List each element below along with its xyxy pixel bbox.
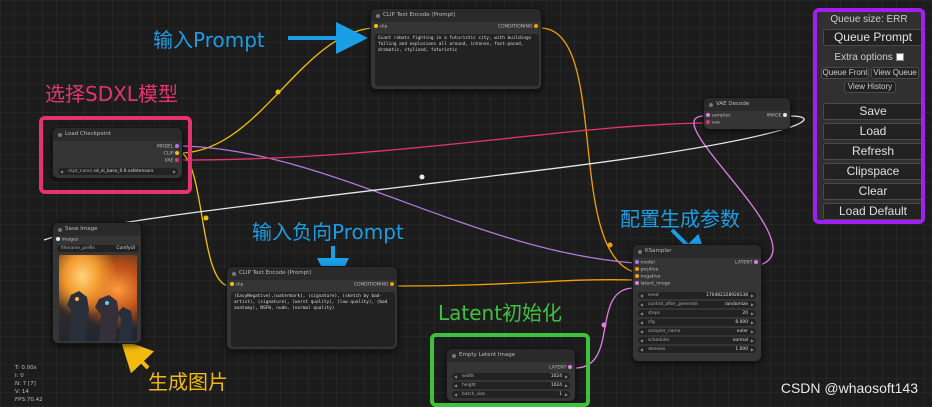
node-clip-text-encode-positive[interactable]: CLIP Text Encode (Prompt) clip CONDITION… [370, 8, 542, 90]
queue-size-label: Queue size: ERR [830, 14, 908, 25]
side-menu-panel: Queue size: ERR Queue Prompt Extra optio… [813, 8, 925, 224]
stat-fps: FPS:70.42 [15, 397, 43, 403]
prompt-textarea[interactable]: Giant robots fighting in a futuristic ci… [375, 34, 539, 86]
node-vae-decode[interactable]: VAE Decode samples vae IMAGE [703, 97, 791, 130]
view-history-button[interactable]: View History [844, 81, 896, 93]
collapse-dot-icon[interactable] [709, 103, 713, 107]
collapse-dot-icon[interactable] [232, 272, 236, 276]
annotation-gen-image: 生成图片 [148, 370, 228, 394]
node-title: Save Image [65, 226, 98, 232]
node-title: CLIP Text Encode (Prompt) [383, 12, 456, 18]
extra-options-row: Extra options [817, 52, 921, 63]
steps-widget[interactable]: ◀ steps 20 ▶ [638, 310, 756, 317]
annotation-latent-init: Latent初始化 [438, 301, 563, 325]
node-title: KSampler [645, 248, 672, 254]
wire-conditioning-negative [397, 279, 635, 287]
output-slot-conditioning[interactable]: CONDITIONING [354, 282, 394, 288]
generated-image-preview[interactable] [59, 255, 137, 341]
annotation-negative-prompt: 输入负向Prompt [252, 220, 404, 244]
filename-prefix-field[interactable]: filename_prefix ComfyUI [57, 245, 139, 252]
input-slot-clip[interactable]: clip [230, 282, 243, 288]
input-slot-clip[interactable]: clip [374, 24, 387, 30]
annotation-select-model: 选择SDXL模型 [45, 82, 178, 106]
denoise-widget[interactable]: ◀ denoise 1.000 ▶ [638, 346, 756, 353]
wire-latent-decode [693, 115, 774, 266]
sampler-name-widget[interactable]: ◀ sampler_name euler ▶ [638, 328, 756, 335]
cfg-widget[interactable]: ◀ cfg 8.000 ▶ [638, 319, 756, 326]
extra-options-checkbox[interactable] [895, 53, 904, 62]
wire-conditioning-positive [539, 27, 635, 273]
input-slot-images[interactable]: images [56, 237, 78, 243]
extra-options-label: Extra options [834, 52, 893, 63]
stat-nodes: N: 7 [7] [15, 381, 36, 387]
robot-silhouettes [67, 291, 133, 341]
input-slot-vae[interactable]: vae [706, 120, 720, 126]
node-title: CLIP Text Encode (Prompt) [239, 270, 312, 276]
annotation-config-params: 配置生成参数 [620, 207, 740, 231]
load-button[interactable]: Load [823, 123, 921, 140]
negative-prompt-textarea[interactable]: (EasyNegative),(watermark), (signature),… [231, 292, 395, 347]
stat-v: V: 14 [15, 389, 29, 395]
scheduler-widget[interactable]: ◀ scheduler normal ▶ [638, 337, 756, 344]
control-after-generate-widget[interactable]: ◀ control_after_generate randomize ▶ [638, 301, 756, 308]
load-default-button[interactable]: Load Default [823, 203, 921, 220]
output-slot-conditioning[interactable]: CONDITIONING [498, 24, 538, 30]
stat-i: I: 0 [15, 373, 24, 379]
arrow-gen-image [120, 339, 155, 374]
collapse-dot-icon[interactable] [376, 14, 380, 18]
watermark: CSDN @whaosoft143 [780, 380, 918, 396]
annotation-input-prompt: 输入Prompt [153, 28, 265, 52]
seed-widget[interactable]: ◀ seed 170482328928138 ▶ [638, 292, 756, 299]
node-ksampler[interactable]: KSampler model positive negative latent_… [632, 244, 762, 362]
collapse-dot-icon[interactable] [638, 250, 642, 254]
input-slot-latent-image[interactable]: latent_image [635, 281, 671, 287]
wire-vae [181, 122, 706, 161]
queue-prompt-button[interactable]: Queue Prompt [823, 29, 921, 46]
output-slot-latent[interactable]: LATENT [735, 260, 758, 266]
save-button[interactable]: Save [823, 103, 921, 120]
collapse-dot-icon[interactable] [58, 228, 62, 232]
clipspace-button[interactable]: Clipspace [823, 163, 921, 180]
refresh-button[interactable]: Refresh [823, 143, 921, 160]
node-title: VAE Decode [716, 101, 750, 107]
node-save-image[interactable]: Save Image images filename_prefix ComfyU… [52, 222, 142, 344]
highlight-box-checkpoint [39, 116, 192, 194]
input-slot-model[interactable]: model [635, 260, 655, 266]
input-slot-samples[interactable]: samples [706, 113, 731, 119]
clear-button[interactable]: Clear [823, 183, 921, 200]
output-slot-image[interactable]: IMAGE [767, 113, 787, 119]
input-slot-positive[interactable]: positive [635, 267, 659, 273]
view-queue-button[interactable]: View Queue [871, 67, 919, 79]
stat-time: T: 0.00s [15, 365, 37, 371]
highlight-box-latent [430, 333, 590, 407]
input-slot-negative[interactable]: negative [635, 274, 661, 280]
queue-front-button[interactable]: Queue Front [821, 67, 869, 79]
wire-model [181, 145, 635, 264]
node-clip-text-encode-negative[interactable]: CLIP Text Encode (Prompt) clip CONDITION… [226, 266, 398, 350]
